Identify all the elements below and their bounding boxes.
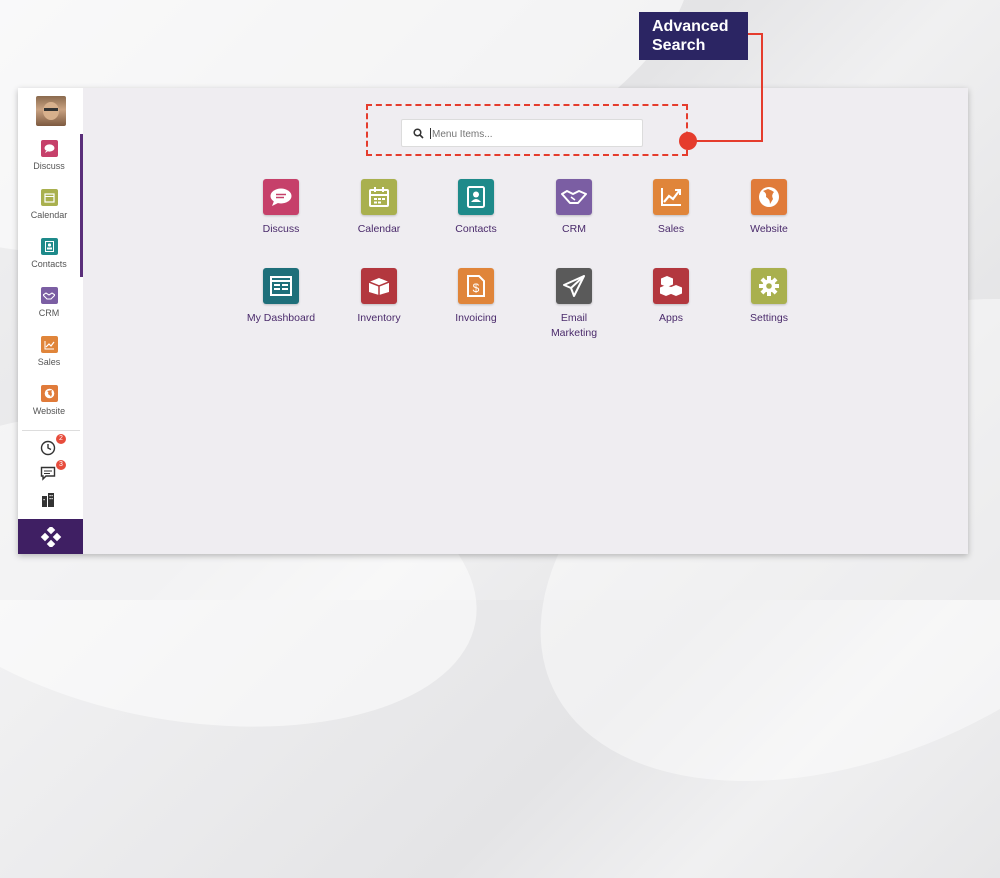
callout-line-2: Search xyxy=(652,37,706,54)
app-website[interactable]: Website xyxy=(724,179,814,237)
callout-marker xyxy=(679,132,697,150)
search-icon xyxy=(413,128,424,139)
app-calendar[interactable]: Calendar xyxy=(334,179,424,237)
globe-icon xyxy=(751,179,787,215)
app-invoicing[interactable]: $ Invoicing xyxy=(431,268,521,326)
handshake-icon xyxy=(40,287,58,304)
callout-connector xyxy=(761,33,763,142)
gear-icon xyxy=(751,268,787,304)
sidebar-item-label: Calendar xyxy=(30,210,68,220)
contact-card-icon xyxy=(40,238,58,255)
app-discuss[interactable]: Discuss xyxy=(236,179,326,237)
message-icon xyxy=(40,466,56,481)
messages-count-badge: 3 xyxy=(56,460,66,470)
messages-button[interactable]: 3 xyxy=(40,460,66,484)
app-label: Calendar xyxy=(357,223,401,235)
app-my-dashboard[interactable]: My Dashboard xyxy=(236,268,326,326)
app-window: Discuss Calendar Contacts CRM Sales Webs… xyxy=(18,88,968,554)
app-label: Discuss xyxy=(262,223,300,235)
calendar-icon xyxy=(40,189,58,206)
building-icon xyxy=(42,493,54,507)
box-icon xyxy=(361,268,397,304)
user-avatar[interactable] xyxy=(36,96,66,126)
sidebar-divider xyxy=(22,430,80,431)
callout-connector xyxy=(695,140,763,142)
home-menu-button[interactable] xyxy=(18,519,83,554)
cubes-icon xyxy=(653,268,689,304)
app-label: Contacts xyxy=(455,223,497,235)
callout-line-1: Advanced xyxy=(652,18,729,35)
app-label: Settings xyxy=(750,312,788,324)
chat-bubble-icon xyxy=(263,179,299,215)
clock-icon xyxy=(40,440,56,456)
app-crm[interactable]: CRM xyxy=(529,179,619,237)
sidebar-item-label: Discuss xyxy=(33,161,65,171)
app-contacts[interactable]: Contacts xyxy=(431,179,521,237)
app-label: Invoicing xyxy=(455,312,497,324)
sidebar-item-discuss[interactable]: Discuss xyxy=(18,140,80,171)
text-cursor xyxy=(430,128,431,139)
app-label: CRM xyxy=(562,223,586,235)
app-label: Inventory xyxy=(357,312,401,324)
app-label: Apps xyxy=(659,312,683,324)
sidebar-item-sales[interactable]: Sales xyxy=(18,336,80,367)
sidebar-item-label: Contacts xyxy=(31,259,67,269)
calendar-icon xyxy=(361,179,397,215)
app-label: Email Marketing xyxy=(550,312,598,339)
activity-button[interactable]: 2 xyxy=(40,434,66,458)
app-label: Sales xyxy=(657,223,685,235)
menu-search-box[interactable] xyxy=(401,119,643,147)
globe-icon xyxy=(40,385,58,402)
sidebar: Discuss Calendar Contacts CRM Sales Webs… xyxy=(18,88,83,554)
sidebar-item-website[interactable]: Website xyxy=(18,385,80,416)
app-grid-icon xyxy=(40,526,61,547)
app-settings[interactable]: Settings xyxy=(724,268,814,326)
svg-text:$: $ xyxy=(473,281,480,295)
menu-search-input[interactable] xyxy=(430,124,634,144)
sidebar-item-contacts[interactable]: Contacts xyxy=(18,238,80,269)
invoice-icon: $ xyxy=(458,268,494,304)
sidebar-item-crm[interactable]: CRM xyxy=(18,287,80,318)
app-apps[interactable]: Apps xyxy=(626,268,716,326)
sidebar-item-calendar[interactable]: Calendar xyxy=(18,189,80,220)
app-sales[interactable]: Sales xyxy=(626,179,716,237)
app-label: Website xyxy=(750,223,788,235)
app-label: My Dashboard xyxy=(246,312,316,324)
sidebar-item-label: Sales xyxy=(37,357,61,367)
paper-plane-icon xyxy=(556,268,592,304)
dashboard-icon xyxy=(263,268,299,304)
chat-bubble-icon xyxy=(40,140,58,157)
sidebar-item-label: Website xyxy=(32,406,66,416)
trend-chart-icon xyxy=(40,336,58,353)
handshake-icon xyxy=(556,179,592,215)
advanced-search-callout: Advanced Search xyxy=(639,12,748,60)
contact-card-icon xyxy=(458,179,494,215)
app-inventory[interactable]: Inventory xyxy=(334,268,424,326)
sidebar-item-label: CRM xyxy=(38,308,60,318)
activity-count-badge: 2 xyxy=(56,434,66,444)
company-switcher-button[interactable] xyxy=(40,492,60,510)
trend-chart-icon xyxy=(653,179,689,215)
app-email-marketing[interactable]: Email Marketing xyxy=(529,268,619,341)
sidebar-active-indicator xyxy=(80,134,83,277)
